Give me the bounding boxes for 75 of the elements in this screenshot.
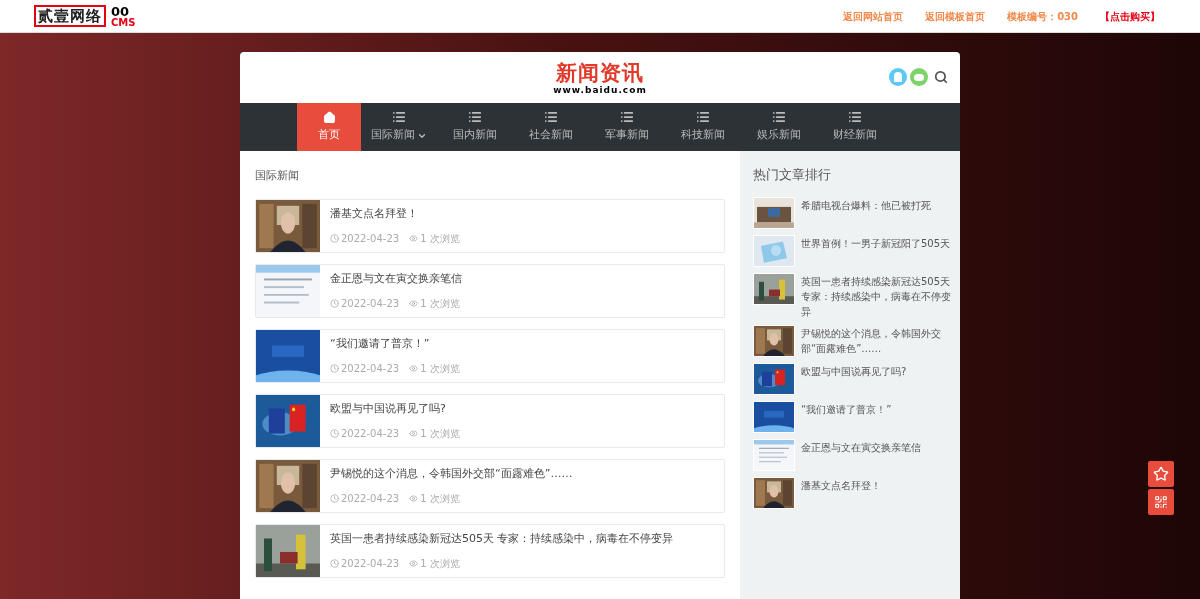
hot-article-link[interactable]: 世界首例！一男子新冠阳了505天 (801, 234, 951, 267)
site-domain: www.baidu.com (553, 85, 647, 96)
article-card[interactable]: 尹锡悦的这个消息，令韩国外交部“面露难色”…… 2022-04-23 1 次浏览 (255, 458, 725, 513)
nav-tab[interactable]: 科技新闻 (665, 103, 741, 151)
list-icon (772, 110, 786, 125)
site-title[interactable]: 新闻资讯 (556, 61, 644, 85)
article-title[interactable]: 欧盟与中国说再见了吗? (330, 400, 460, 417)
eye-icon (409, 364, 419, 373)
clock-icon (330, 234, 339, 243)
hot-article-link[interactable]: 欧盟与中国说再见了吗? (801, 362, 907, 395)
clock-icon (330, 429, 339, 438)
logo-number: 00 (111, 4, 130, 18)
eye-icon (409, 559, 419, 568)
list-icon (620, 110, 634, 125)
list-icon (848, 110, 862, 125)
nav-tab[interactable]: 国际新闻 (361, 103, 437, 151)
article-date: 2022-04-23 (341, 427, 400, 441)
list-icon (696, 110, 710, 125)
nav-tab[interactable]: 财经新闻 (817, 103, 893, 151)
search-icon[interactable] (934, 70, 948, 84)
article-card[interactable]: 金正恩与文在寅交换亲笔信 2022-04-23 1 次浏览 (255, 263, 725, 318)
hot-article-link[interactable]: “我们邀请了普京！” (801, 400, 892, 433)
article-card[interactable]: 潘基文点名拜登！ 2022-04-23 1 次浏览 (255, 198, 725, 253)
list-icon (468, 110, 482, 125)
article-title[interactable]: 潘基文点名拜登！ (330, 205, 460, 222)
article-date: 2022-04-23 (341, 297, 400, 311)
eye-icon (409, 234, 419, 243)
article-title[interactable]: “我们邀请了普京！” (330, 335, 460, 352)
eye-icon (409, 494, 419, 503)
article-card[interactable]: 欧盟与中国说再见了吗? 2022-04-23 1 次浏览 (255, 393, 725, 448)
nav-tab[interactable]: 首页 (297, 103, 361, 151)
clock-icon (330, 559, 339, 568)
list-icon (544, 110, 558, 125)
qq-icon[interactable] (889, 68, 907, 86)
favorite-button[interactable] (1148, 461, 1174, 487)
article-card[interactable]: “我们邀请了普京！” 2022-04-23 1 次浏览 (255, 328, 725, 383)
article-title[interactable]: 尹锡悦的这个消息，令韩国外交部“面露难色”…… (330, 465, 573, 482)
nav-tab[interactable]: 娱乐新闻 (741, 103, 817, 151)
article-date: 2022-04-23 (341, 232, 400, 246)
article-title[interactable]: 金正恩与文在寅交换亲笔信 (330, 270, 462, 287)
buy-link[interactable]: 【点击购买】 (1100, 8, 1160, 24)
home-icon (322, 110, 336, 124)
view-count: 1 次浏览 (420, 492, 460, 506)
list-icon (392, 110, 406, 125)
article-date: 2022-04-23 (341, 557, 400, 571)
nav-tab[interactable]: 国内新闻 (437, 103, 513, 151)
nav-tab[interactable]: 军事新闻 (589, 103, 665, 151)
view-count: 1 次浏览 (420, 362, 460, 376)
view-count: 1 次浏览 (420, 297, 460, 311)
qr-code-button[interactable] (1148, 489, 1174, 515)
qr-code-icon (1154, 495, 1168, 509)
article-title[interactable]: 英国一患者持续感染新冠达505天 专家：持续感染中，病毒在不停变异 (330, 530, 674, 547)
nav-tab[interactable]: 社会新闻 (513, 103, 589, 151)
clock-icon (330, 299, 339, 308)
article-date: 2022-04-23 (341, 362, 400, 376)
article-card[interactable]: 英国一患者持续感染新冠达505天 专家：持续感染中，病毒在不停变异 2022-04-23 1 次浏览 (255, 523, 725, 578)
hot-article-link[interactable]: 尹锡悦的这个消息，令韩国外交部“面露难色”…… (801, 324, 952, 357)
clock-icon (330, 364, 339, 373)
logo-mark[interactable]: 贰壹网络 (34, 5, 106, 27)
view-count: 1 次浏览 (420, 427, 460, 441)
section-heading: 国际新闻 (255, 168, 300, 184)
hot-article-link[interactable]: 金正恩与文在寅交换亲笔信 (801, 438, 921, 471)
sidebar-heading: 热门文章排行 (753, 166, 832, 184)
hot-article-link[interactable]: 英国一患者持续感染新冠达505天专家：持续感染中，病毒在不停变异 (801, 272, 952, 319)
chat-icon[interactable] (910, 68, 928, 86)
view-count: 1 次浏览 (420, 232, 460, 246)
hot-article-link[interactable]: 希腊电视台爆料：他已被打死 (801, 196, 931, 229)
eye-icon (409, 299, 419, 308)
view-count: 1 次浏览 (420, 557, 460, 571)
article-date: 2022-04-23 (341, 492, 400, 506)
eye-icon (409, 429, 419, 438)
hot-article-link[interactable]: 潘基文点名拜登！ (801, 476, 881, 509)
star-icon (1153, 466, 1169, 482)
logo-subtitle: CMS (111, 17, 136, 28)
clock-icon (330, 494, 339, 503)
